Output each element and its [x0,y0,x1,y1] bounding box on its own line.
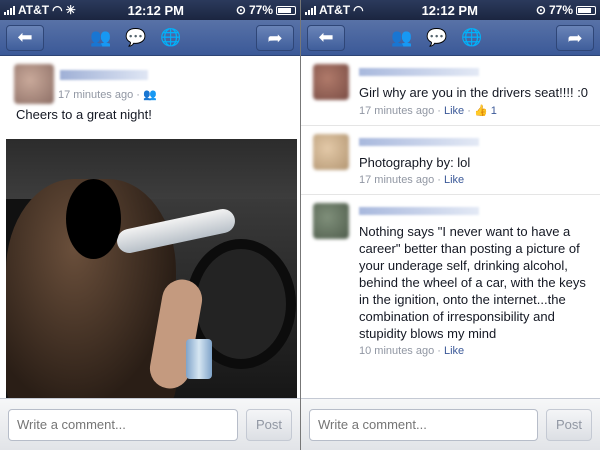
like-link[interactable]: Like [444,105,464,117]
back-arrow-icon: ⬅ [318,27,334,47]
comment-text: Nothing says "I never want to have a car… [359,224,586,341]
post-header: 17 minutes ago · 👥 [0,56,300,106]
lock-rotation-icon: ⊙ [535,3,546,17]
comment-input[interactable] [8,408,238,441]
comment-composer: Post [0,398,300,450]
status-bar: AT&T ◠ 12:12 PM ⊙ 77% [301,0,600,20]
facebook-navbar: ⬅ 👥 💬 🌐 ➦ [0,20,300,56]
like-link[interactable]: Like [444,345,464,357]
friend-requests-icon[interactable]: 👥 [391,28,412,48]
lock-rotation-icon: ⊙ [235,3,246,17]
clock: 12:12 PM [421,2,478,18]
comment-item: Girl why are you in the drivers seat!!!!… [301,56,600,126]
like-link[interactable]: Like [444,174,464,186]
carrier-label: AT&T [18,3,50,17]
loading-icon: ✳ [65,3,76,17]
photo-can [186,339,212,379]
carrier-label: AT&T [319,3,351,17]
wifi-icon: ◠ [353,3,364,17]
comment-input[interactable] [309,408,538,441]
battery-icon [576,5,596,15]
battery-percent: 77% [248,3,273,17]
notifications-icon[interactable]: 🌐 [461,28,482,48]
share-icon: ➦ [267,27,283,48]
commenter-avatar[interactable] [313,134,349,170]
commenter-name-redacted[interactable] [359,138,479,146]
comment-composer: Post [301,398,600,450]
commenter-avatar[interactable] [313,64,349,100]
comment-timestamp: 17 minutes ago [359,105,435,117]
back-button[interactable]: ⬅ [6,24,44,51]
author-avatar[interactable] [14,64,54,104]
comment-text: Photography by: lol [359,155,471,170]
notifications-icon[interactable]: 🌐 [160,28,181,48]
photo-face-redaction [66,179,121,259]
commenter-name-redacted[interactable] [359,68,479,76]
battery-icon [276,5,296,15]
share-button[interactable]: ➦ [556,25,594,51]
share-icon: ➦ [567,27,583,48]
back-arrow-icon: ⬅ [17,27,33,47]
battery-percent: 77% [548,3,573,17]
friends-icon: 👥 [143,89,157,101]
post-comment-button[interactable]: Post [246,408,292,441]
signal-icon [4,5,15,15]
comments-view: Girl why are you in the drivers seat!!!!… [301,56,600,398]
right-screen: AT&T ◠ 12:12 PM ⊙ 77% ⬅ 👥 💬 🌐 ➦ Girl why… [300,0,600,450]
signal-icon [305,5,316,15]
messages-icon[interactable]: 💬 [125,28,146,48]
comment-timestamp: 10 minutes ago [359,345,435,357]
post-text: Cheers to a great night! [16,107,152,122]
like-count[interactable]: 1 [491,105,497,117]
post-view: 17 minutes ago · 👥 Cheers to a great nig… [0,56,300,398]
left-screen: AT&T ◠ ✳ 12:12 PM ⊙ 77% ⬅ 👥 💬 🌐 ➦ 17 min… [0,0,300,450]
status-bar: AT&T ◠ ✳ 12:12 PM ⊙ 77% [0,0,300,20]
comment-timestamp: 17 minutes ago [359,174,435,186]
comment-text: Girl why are you in the drivers seat!!!!… [359,85,589,100]
wifi-icon: ◠ [52,3,63,17]
back-button[interactable]: ⬅ [307,24,345,51]
commenter-name-redacted[interactable] [359,207,479,215]
author-name-redacted[interactable] [60,70,148,80]
post-photo[interactable] [6,139,297,398]
post-timestamp[interactable]: 17 minutes ago · [58,89,143,101]
clock: 12:12 PM [127,2,184,18]
post-comment-button[interactable]: Post [546,408,592,441]
friend-requests-icon[interactable]: 👥 [90,28,111,48]
messages-icon[interactable]: 💬 [426,28,447,48]
share-button[interactable]: ➦ [256,25,294,51]
comment-item: Nothing says "I never want to have a car… [301,195,600,365]
commenter-avatar[interactable] [313,203,349,239]
comment-item: Photography by: lol 17 minutes ago · Lik… [301,126,600,195]
thumbs-up-icon: 👍 [473,105,488,117]
facebook-navbar: ⬅ 👥 💬 🌐 ➦ [301,20,600,56]
